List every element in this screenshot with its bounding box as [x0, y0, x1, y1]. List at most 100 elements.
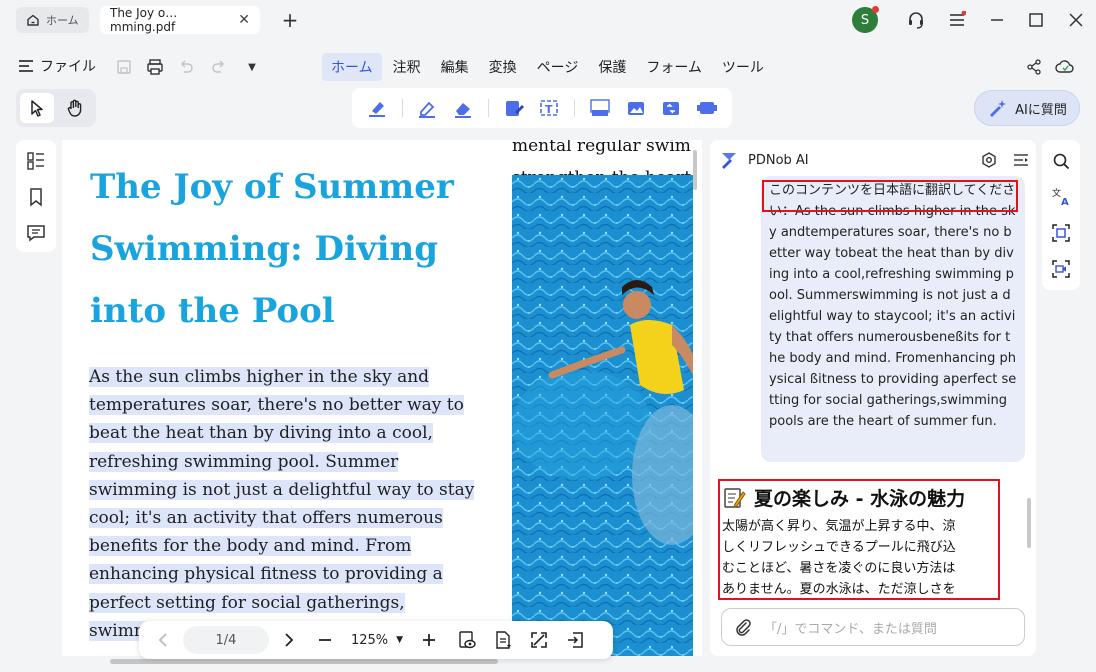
fit-page-button[interactable]	[525, 626, 553, 654]
memo-icon	[724, 487, 746, 508]
zoom-level: 125%	[350, 632, 389, 648]
thumbnails-icon[interactable]	[23, 148, 49, 174]
close-tab-icon[interactable]: ✕	[238, 12, 250, 28]
minus-icon	[319, 639, 331, 641]
ai-panel-scrollbar[interactable]	[1027, 498, 1031, 548]
screen-capture-video-icon[interactable]	[1048, 256, 1074, 282]
menu-page[interactable]: ページ	[528, 53, 588, 81]
zoom-select[interactable]: 125% ▼	[339, 626, 415, 654]
minimize-icon[interactable]	[985, 8, 1009, 32]
page-layout-icon	[496, 631, 511, 649]
select-tool-button[interactable]	[20, 93, 54, 123]
previous-page-button[interactable]	[149, 626, 177, 654]
answer-title-text: 夏の楽しみ - 水泳の魅力	[754, 488, 966, 510]
prompt-rest: ださい：As the sun climbs higher in the sky …	[769, 183, 1017, 429]
ocr-tool[interactable]	[583, 92, 617, 124]
zoom-in-button[interactable]	[415, 626, 443, 654]
pen-icon	[419, 101, 436, 118]
read-mode-button[interactable]	[453, 626, 481, 654]
hand-tool-button[interactable]	[58, 93, 92, 123]
settings-icon[interactable]	[980, 151, 998, 169]
page-number-input[interactable]: 1/4	[183, 626, 269, 654]
file-menu[interactable]: ファイル	[18, 56, 96, 76]
text-frame-icon: T	[540, 100, 559, 116]
expand-icon	[531, 632, 547, 648]
menu-protect[interactable]: 保護	[589, 53, 635, 81]
screen-record-tool[interactable]	[690, 92, 724, 124]
avatar-letter: S	[860, 12, 870, 28]
bookmark-icon[interactable]	[23, 184, 49, 210]
notification-dot	[872, 6, 879, 13]
screenshot-icon[interactable]	[1048, 220, 1074, 246]
eraser-tool[interactable]	[446, 92, 480, 124]
zoom-out-button[interactable]	[311, 626, 339, 654]
share-icon[interactable]	[1024, 57, 1044, 77]
answer-line: ありません。夏の水泳は、ただ涼しさを	[722, 582, 956, 597]
menu-tools[interactable]: ツール	[713, 53, 773, 81]
menu-form[interactable]: フォーム	[637, 53, 711, 81]
ai-panel: PDNob AI このコンテンツを日本語に翻訳してください：As the sun…	[710, 140, 1036, 656]
menu-convert[interactable]: 変換	[480, 53, 526, 81]
translate-icon[interactable]: 文A	[1048, 184, 1074, 210]
answer-title: 夏の楽しみ - 水泳の魅力	[722, 484, 965, 511]
text-recognize-tool[interactable]: T	[533, 92, 567, 124]
chevron-down-icon: ▼	[396, 635, 404, 645]
user-message-bubble: このコンテンツを日本語に翻訳してください：As the sun climbs h…	[761, 176, 1025, 462]
image-tool[interactable]	[619, 92, 653, 124]
sidebar-arrow-icon	[568, 632, 583, 648]
maximize-icon[interactable]	[1024, 8, 1048, 32]
tab-document[interactable]: The Joy o…mming.pdf ✕	[100, 6, 260, 34]
body-line: temperatures soar, there's no better way…	[89, 395, 464, 416]
highlight-tool[interactable]	[360, 92, 394, 124]
svg-text:T: T	[545, 103, 553, 116]
body-line: refreshing swimming pool. Summer	[89, 451, 399, 472]
close-window-icon[interactable]	[1064, 8, 1088, 32]
ask-ai-button[interactable]: AIに質問	[974, 90, 1080, 126]
menu-home[interactable]: ホーム	[322, 53, 382, 81]
highlighter-icon	[368, 102, 385, 117]
mode-group	[16, 89, 96, 127]
document-horizontal-scrollbar[interactable]	[110, 659, 498, 664]
ai-panel-header: PDNob AI	[720, 148, 1030, 172]
chevron-right-icon	[285, 633, 294, 647]
document-page[interactable]: The Joy of Summer Swimming: Diving into …	[62, 140, 702, 656]
menu-edit[interactable]: 編集	[432, 53, 478, 81]
tab-home[interactable]: ホーム	[16, 7, 89, 33]
edit-text-tool[interactable]	[497, 92, 531, 124]
collapse-panel-button[interactable]	[561, 626, 589, 654]
menu-annotate[interactable]: 注釈	[384, 53, 430, 81]
avatar[interactable]: S	[852, 6, 879, 33]
new-tab-button[interactable]: +	[279, 7, 301, 33]
right-sidebar: 文A	[1042, 140, 1080, 290]
page-navigation-bar: 1/4 125% ▼	[139, 621, 613, 659]
menu-icon[interactable]	[945, 8, 969, 32]
answer-line: 太陽が高く昇り、気温が上昇する中、涼	[722, 519, 956, 534]
support-headset-icon[interactable]	[904, 8, 928, 32]
redo-icon[interactable]	[209, 57, 229, 77]
collapse-list-icon[interactable]	[1012, 151, 1030, 169]
page-layout-button[interactable]	[489, 626, 517, 654]
ai-chat-placeholder: 「/」でコマンド、または質問	[764, 621, 937, 637]
annotation-toolbar: T	[352, 88, 732, 128]
paperclip-icon[interactable]	[734, 618, 752, 636]
next-page-button[interactable]	[275, 626, 303, 654]
cloud-icon[interactable]	[1055, 57, 1075, 77]
cursor-arrow-icon	[31, 100, 43, 117]
title-bar: ホーム The Joy o…mming.pdf ✕ + S	[0, 0, 1096, 40]
ai-chat-input[interactable]: 「/」でコマンド、または質問	[721, 608, 1025, 646]
quick-access-dropdown-icon[interactable]: ▼	[242, 57, 262, 77]
answer-line: しくリフレッシュできるプールに飛び込	[722, 540, 956, 555]
document-body: As the sun climbs higher in the sky and …	[89, 363, 489, 645]
pen-tool[interactable]	[411, 92, 445, 124]
tab-home-label: ホーム	[46, 14, 79, 27]
body-line: beat the heat than by diving into a cool…	[89, 423, 433, 444]
print-icon[interactable]	[145, 57, 165, 77]
save-icon[interactable]	[114, 57, 134, 77]
document-vertical-scrollbar[interactable]	[693, 150, 697, 190]
search-icon[interactable]	[1048, 148, 1074, 174]
edit-document-icon	[505, 101, 524, 116]
comment-icon[interactable]	[23, 220, 49, 246]
plus-icon	[423, 634, 435, 646]
undo-icon[interactable]	[176, 57, 196, 77]
compare-tool[interactable]	[655, 92, 689, 124]
